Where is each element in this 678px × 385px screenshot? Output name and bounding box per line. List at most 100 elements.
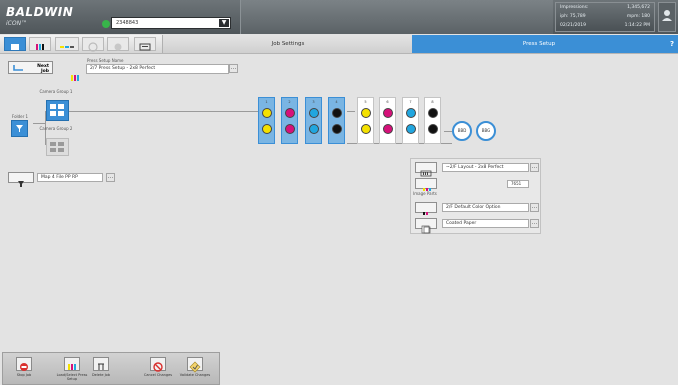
target-icon bbox=[88, 42, 98, 52]
map-button[interactable] bbox=[8, 172, 34, 187]
cancel-changes-label: Cancel Changes bbox=[143, 373, 173, 377]
paper-select[interactable]: Coated Paper bbox=[442, 219, 529, 228]
home-icon bbox=[11, 44, 19, 50]
map-dropdown-button[interactable]: ... bbox=[106, 173, 115, 182]
help-button[interactable]: ? bbox=[666, 35, 678, 53]
validate-icon bbox=[189, 361, 201, 373]
cancel-changes-button[interactable] bbox=[150, 357, 166, 372]
production-counter: Impressions: 1,345,672 iph: 75,789 mpm: … bbox=[555, 2, 655, 32]
ink-dot-bottom bbox=[406, 124, 416, 134]
delete-icon bbox=[98, 363, 104, 370]
ink-dot-bottom bbox=[332, 124, 342, 134]
paper-button[interactable] bbox=[415, 218, 437, 234]
print-unit-magenta-2[interactable]: 6 bbox=[379, 97, 396, 144]
map-select[interactable]: Map 4 File PP RP bbox=[37, 173, 103, 182]
folder-unit-icon bbox=[18, 181, 24, 187]
color-option-dropdown-button[interactable]: ... bbox=[530, 203, 539, 212]
camera-group-2-button[interactable] bbox=[46, 138, 69, 156]
cancel-icon bbox=[153, 362, 163, 372]
job-number-value: 2348843 bbox=[116, 20, 139, 26]
ink-dot-top bbox=[383, 108, 393, 118]
image-parts-button[interactable] bbox=[415, 178, 437, 191]
arrow-return-icon bbox=[13, 65, 23, 71]
user-account-button[interactable] bbox=[658, 2, 676, 32]
stop-icon bbox=[20, 363, 28, 371]
press-setup-dropdown-button[interactable]: ... bbox=[229, 64, 238, 73]
color-option-icon bbox=[423, 212, 428, 215]
validate-changes-button[interactable] bbox=[187, 357, 203, 373]
mpm-value: mpm: 180 bbox=[626, 14, 650, 19]
folder-label: Folder 1 bbox=[11, 114, 29, 119]
unit-number: 6 bbox=[386, 100, 389, 104]
ink-dot-top bbox=[285, 108, 295, 118]
brand-subtitle: iCON™ bbox=[6, 20, 28, 27]
gear-icon bbox=[114, 43, 122, 51]
target-tool-button[interactable] bbox=[82, 37, 104, 52]
next-job-button[interactable]: Next Job bbox=[8, 61, 53, 74]
print-tool-button[interactable] bbox=[134, 37, 156, 51]
folder-button[interactable] bbox=[11, 120, 28, 137]
ink-dot-top bbox=[428, 108, 438, 118]
print-unit-yellow-1[interactable]: 1 bbox=[258, 97, 275, 144]
color-option-select[interactable]: 2/F Default Color Option bbox=[442, 203, 529, 212]
pencil-tool-button[interactable] bbox=[55, 37, 79, 51]
printer-icon bbox=[139, 43, 151, 51]
dryer-2-button[interactable]: BBG bbox=[476, 121, 496, 141]
layout-dropdown-button[interactable]: ... bbox=[530, 163, 539, 172]
ink-bars-icon bbox=[68, 364, 76, 370]
ink-dot-bottom bbox=[383, 124, 393, 134]
home-tool-button[interactable] bbox=[4, 37, 26, 51]
layout-icon bbox=[420, 170, 432, 177]
ink-dot-bottom bbox=[285, 124, 295, 134]
press-setup-name-label: Press Setup Name bbox=[87, 58, 124, 63]
press-setup-icon bbox=[71, 66, 81, 85]
ink-dot-top bbox=[406, 108, 416, 118]
validate-changes-label: Validate Changes bbox=[179, 373, 211, 377]
ink-dot-bottom bbox=[428, 124, 438, 134]
connector-line bbox=[69, 111, 258, 112]
paper-dropdown-button[interactable]: ... bbox=[530, 219, 539, 228]
stop-job-label: Stop Job bbox=[16, 373, 32, 377]
connector-line bbox=[33, 123, 45, 124]
layout-icon-button[interactable] bbox=[415, 162, 437, 177]
tab-press-setup[interactable]: Press Setup bbox=[412, 35, 666, 53]
camera-group-1-button[interactable] bbox=[46, 100, 69, 121]
layout-select[interactable]: ~2/F Layout - 2x8 Perfect bbox=[442, 163, 529, 172]
settings-tool-button[interactable] bbox=[107, 37, 129, 51]
print-unit-cyan-2[interactable]: 7 bbox=[402, 97, 419, 144]
dryer-1-button[interactable]: BBD bbox=[452, 121, 472, 141]
date-value: 02/21/2019 bbox=[560, 23, 586, 28]
print-unit-cyan-1[interactable]: 3 bbox=[305, 97, 322, 144]
press-setup-name-field[interactable]: 2/7 Press Setup - 2x8 Perfect bbox=[86, 64, 229, 74]
impressions-label: Impressions: bbox=[560, 5, 589, 10]
print-unit-black-1[interactable]: 4 bbox=[328, 97, 345, 144]
paper-icon bbox=[421, 225, 431, 234]
ink-dot-top bbox=[361, 108, 371, 118]
stop-job-button[interactable] bbox=[16, 357, 32, 371]
print-unit-magenta-1[interactable]: 2 bbox=[281, 97, 298, 144]
ink-dot-top bbox=[332, 108, 342, 118]
ink-dot-top bbox=[262, 108, 272, 118]
color-tool-button[interactable] bbox=[29, 37, 51, 51]
print-unit-black-2[interactable]: 8 bbox=[424, 97, 441, 144]
chevron-down-icon[interactable]: ▼ bbox=[219, 19, 229, 27]
time-value: 1:14:22 PM bbox=[624, 23, 650, 28]
next-job-label: Next Job bbox=[37, 64, 49, 74]
job-number-select[interactable]: 2348843 ▼ bbox=[111, 17, 231, 29]
load-press-setup-button[interactable] bbox=[64, 357, 80, 371]
print-unit-yellow-2[interactable]: 5 bbox=[357, 97, 374, 144]
image-parts-count[interactable]: 7651 bbox=[507, 180, 529, 188]
delete-job-button[interactable] bbox=[93, 357, 109, 371]
unit-number: 2 bbox=[288, 100, 291, 104]
tab-job-settings[interactable]: Job Settings bbox=[162, 35, 413, 53]
image-parts-label: Image Parts bbox=[413, 191, 437, 196]
color-option-button[interactable] bbox=[415, 202, 437, 215]
pencils-icon bbox=[60, 46, 74, 48]
header-display-area bbox=[240, 0, 553, 34]
brand-logo: BALDWIN bbox=[6, 5, 74, 19]
ink-dot-bottom bbox=[309, 124, 319, 134]
impressions-value: 1,345,672 bbox=[627, 5, 650, 10]
camera-grid-icon bbox=[50, 142, 64, 152]
ink-dot-bottom bbox=[361, 124, 371, 134]
delete-job-label: Delete Job bbox=[91, 373, 110, 377]
